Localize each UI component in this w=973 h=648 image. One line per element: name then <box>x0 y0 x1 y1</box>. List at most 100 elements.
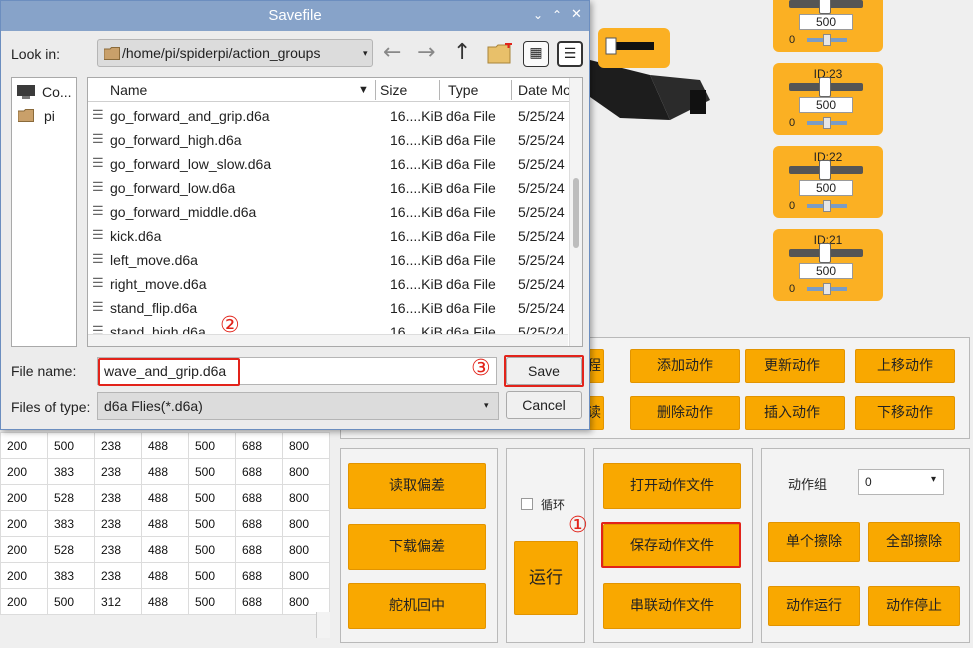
table-cell[interactable]: 238 <box>94 458 142 485</box>
table-cell[interactable]: 500 <box>188 484 236 511</box>
table-cell[interactable]: 688 <box>235 536 283 563</box>
chain-action-file-button[interactable]: 串联动作文件 <box>603 583 741 629</box>
minimize-icon[interactable]: ⌄ <box>533 8 543 22</box>
servo-value[interactable]: 500 <box>799 180 853 196</box>
erase-single-button[interactable]: 单个擦除 <box>768 522 860 562</box>
back-arrow-icon[interactable]: ← <box>383 41 401 65</box>
file-type-combo[interactable]: d6a Flies(*.d6a) ▾ <box>97 392 499 420</box>
sidebar-item-computer[interactable]: Co... <box>16 83 76 103</box>
table-cell[interactable]: 500 <box>188 458 236 485</box>
servo-slider-handle[interactable] <box>819 243 831 263</box>
file-list-scrollbar[interactable] <box>569 78 582 346</box>
file-name-value[interactable]: wave_and_grip.d6a <box>104 363 226 379</box>
table-cell[interactable]: 500 <box>47 432 95 459</box>
servo-slider-handle[interactable] <box>819 0 831 14</box>
table-cell[interactable]: 528 <box>47 484 95 511</box>
column-size[interactable]: Size <box>380 82 407 98</box>
table-cell[interactable]: 688 <box>235 588 283 615</box>
table-cell[interactable]: 488 <box>141 510 189 537</box>
file-row[interactable]: ☰ go_forward_and_grip.d6a 16....KiB d6a Fil… <box>88 104 568 128</box>
download-offset-button[interactable]: 下载偏差 <box>348 524 486 570</box>
servo-center-button[interactable]: 舵机回中 <box>348 583 486 629</box>
file-row[interactable]: ☰ go_forward_low_slow.d6a 16....KiB d6a Fil… <box>88 152 568 176</box>
cancel-button[interactable]: Cancel <box>506 391 582 419</box>
delete-action-button[interactable]: 删除动作 <box>630 396 740 430</box>
move-down-action-button[interactable]: 下移动作 <box>855 396 955 430</box>
loop-checkbox[interactable] <box>521 498 533 510</box>
read-offset-button[interactable]: 读取偏差 <box>348 463 486 509</box>
open-action-file-button[interactable]: 打开动作文件 <box>603 463 741 509</box>
servo-fine-handle[interactable] <box>823 283 831 295</box>
table-cell[interactable]: 800 <box>282 458 330 485</box>
table-cell[interactable]: 200 <box>0 458 48 485</box>
servo-slider-handle[interactable] <box>819 77 831 97</box>
table-row[interactable]: 200 500 312 488 500 688 800 <box>0 588 330 615</box>
table-cell[interactable]: 500 <box>188 536 236 563</box>
table-cell[interactable]: 528 <box>47 536 95 563</box>
table-cell[interactable]: 688 <box>235 562 283 589</box>
table-cell[interactable]: 688 <box>235 510 283 537</box>
table-cell[interactable]: 488 <box>141 536 189 563</box>
table-cell[interactable]: 238 <box>94 484 142 511</box>
table-cell[interactable]: 383 <box>47 458 95 485</box>
scrollbar-thumb[interactable] <box>573 178 579 248</box>
table-cell[interactable]: 500 <box>188 510 236 537</box>
sidebar-item-pi[interactable]: pi <box>16 107 76 127</box>
table-cell[interactable]: 200 <box>0 510 48 537</box>
servo-fine-handle[interactable] <box>823 117 831 129</box>
servo-fine-handle[interactable] <box>823 200 831 212</box>
new-folder-icon[interactable] <box>487 43 513 65</box>
file-list-horizontal-scrollbar[interactable] <box>88 334 568 346</box>
file-row[interactable]: ☰ go_forward_low.d6a 16....KiB d6a File 5/25… <box>88 176 568 200</box>
forward-arrow-icon[interactable]: → <box>417 41 435 65</box>
update-action-button[interactable]: 更新动作 <box>745 349 845 383</box>
column-divider[interactable] <box>375 80 376 100</box>
file-row[interactable]: ☰ go_forward_high.d6a 16....KiB d6a File 5/2… <box>88 128 568 152</box>
table-cell[interactable]: 488 <box>141 484 189 511</box>
column-date[interactable]: Date Mo <box>518 82 571 98</box>
close-icon[interactable]: ✕ <box>571 7 582 22</box>
table-cell[interactable]: 238 <box>94 562 142 589</box>
table-cell[interactable]: 488 <box>141 458 189 485</box>
table-cell[interactable]: 800 <box>282 510 330 537</box>
table-cell[interactable]: 800 <box>282 432 330 459</box>
table-cell[interactable]: 488 <box>141 562 189 589</box>
table-cell[interactable]: 800 <box>282 562 330 589</box>
insert-action-button[interactable]: 插入动作 <box>745 396 845 430</box>
file-row[interactable]: ☰ right_move.d6a 16....KiB d6a File 5/25/24 <box>88 272 568 296</box>
table-row[interactable]: 200 528 238 488 500 688 800 <box>0 484 330 511</box>
action-group-select[interactable]: 0 ▾ <box>858 469 944 495</box>
table-cell[interactable]: 200 <box>0 536 48 563</box>
table-cell[interactable]: 238 <box>94 510 142 537</box>
table-cell[interactable]: 200 <box>0 562 48 589</box>
dropdown-arrow-icon[interactable]: ▾ <box>363 49 368 59</box>
column-name[interactable]: Name <box>110 82 147 98</box>
servo-value[interactable]: 500 <box>799 97 853 113</box>
table-row[interactable]: 200 383 238 488 500 688 800 <box>0 562 330 589</box>
column-type[interactable]: Type <box>448 82 478 98</box>
table-row[interactable]: 200 528 238 488 500 688 800 <box>0 536 330 563</box>
servo-fine-handle[interactable] <box>823 34 831 46</box>
table-cell[interactable]: 500 <box>188 588 236 615</box>
table-cell[interactable]: 488 <box>141 588 189 615</box>
erase-all-button[interactable]: 全部擦除 <box>868 522 960 562</box>
table-row[interactable]: 200 500 238 488 500 688 800 <box>0 432 330 459</box>
column-divider[interactable] <box>439 80 440 100</box>
column-divider[interactable] <box>511 80 512 100</box>
table-cell[interactable]: 383 <box>47 510 95 537</box>
table-cell[interactable]: 238 <box>94 536 142 563</box>
file-row[interactable]: ☰ kick.d6a 16....KiB d6a File 5/25/24 <box>88 224 568 248</box>
run-action-group-button[interactable]: 动作运行 <box>768 586 860 626</box>
table-cell[interactable]: 488 <box>141 432 189 459</box>
table-cell[interactable]: 200 <box>0 432 48 459</box>
table-cell[interactable]: 800 <box>282 536 330 563</box>
table-cell[interactable]: 688 <box>235 432 283 459</box>
table-cell[interactable]: 800 <box>282 588 330 615</box>
servo-slider-handle[interactable] <box>819 160 831 180</box>
table-cell[interactable]: 200 <box>0 484 48 511</box>
table-cell[interactable]: 312 <box>94 588 142 615</box>
table-row[interactable]: 200 383 238 488 500 688 800 <box>0 458 330 485</box>
table-cell[interactable]: 500 <box>47 588 95 615</box>
table-cell[interactable]: 500 <box>188 432 236 459</box>
move-up-action-button[interactable]: 上移动作 <box>855 349 955 383</box>
